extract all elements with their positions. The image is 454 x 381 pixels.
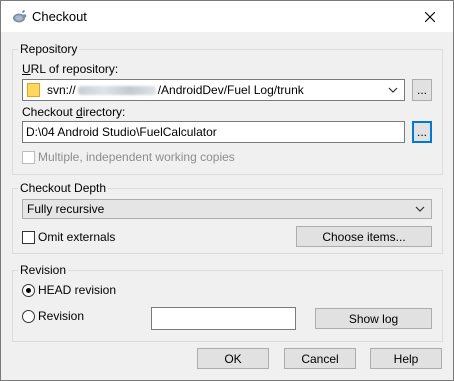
help-button[interactable]: Help [370,348,442,369]
help-label: Help [393,351,419,366]
ok-button[interactable]: OK [197,348,269,369]
revision-group [12,270,443,342]
revision-group-label: Revision [18,263,69,277]
title-bar: Checkout [1,1,453,32]
depth-group-label: Checkout Depth [18,181,109,195]
checkout-dir-label: Checkout directory: [22,105,126,119]
revision-input[interactable] [151,307,296,330]
revision-radio[interactable] [22,310,35,323]
url-prefix: svn:// [47,83,76,97]
checkout-dir-value: D:\04 Android Studio\FuelCalculator [26,125,217,139]
redacted-host [77,86,156,96]
repository-group-label: Repository [18,42,80,56]
head-revision-radio[interactable] [22,284,35,297]
url-combobox[interactable]: svn:// /AndroidDev/Fuel Log/trunk [22,79,405,101]
url-label: URL of repository: [22,62,119,76]
checkout-dir-label-part2: irectory: [82,105,126,119]
ok-label: OK [224,351,242,366]
depth-dropdown[interactable]: Fully recursive [22,199,432,219]
close-icon [425,11,435,22]
url-browse-button[interactable]: ... [412,79,432,101]
multiple-copies-checkbox[interactable] [22,151,35,164]
cancel-button[interactable]: Cancel [284,348,356,369]
checkout-dir-browse-label: ... [416,125,427,139]
omit-externals-label: Omit externals [38,230,116,244]
close-button[interactable] [407,1,453,32]
show-log-label: Show log [348,311,399,326]
chevron-down-icon [415,206,425,212]
folder-icon [27,83,40,97]
checkout-dir-input[interactable]: D:\04 Android Studio\FuelCalculator [22,121,405,143]
checkout-dir-browse-button[interactable]: ... [412,121,432,143]
head-revision-label: HEAD revision [38,283,117,297]
radio-selected-dot [26,288,31,293]
checkout-dir-label-part1: Checkout [22,105,77,119]
tortoise-app-icon [13,10,27,23]
checkout-dialog: Checkout Repository URL of repository: s… [0,0,454,381]
revision-label: Revision [38,309,85,323]
choose-items-button[interactable]: Choose items... [296,226,432,247]
multiple-copies-label: Multiple, independent working copies [38,150,235,164]
url-label-text: RL of repository: [30,62,119,76]
choose-items-label: Choose items... [322,229,406,244]
cancel-label: Cancel [301,351,339,366]
depth-selected: Fully recursive [27,202,105,216]
window-title: Checkout [32,9,87,24]
url-browse-label: ... [416,83,427,97]
omit-externals-checkbox[interactable] [22,231,35,244]
chevron-down-icon [388,87,398,93]
show-log-button[interactable]: Show log [315,308,432,329]
url-suffix: /AndroidDev/Fuel Log/trunk [157,83,304,97]
